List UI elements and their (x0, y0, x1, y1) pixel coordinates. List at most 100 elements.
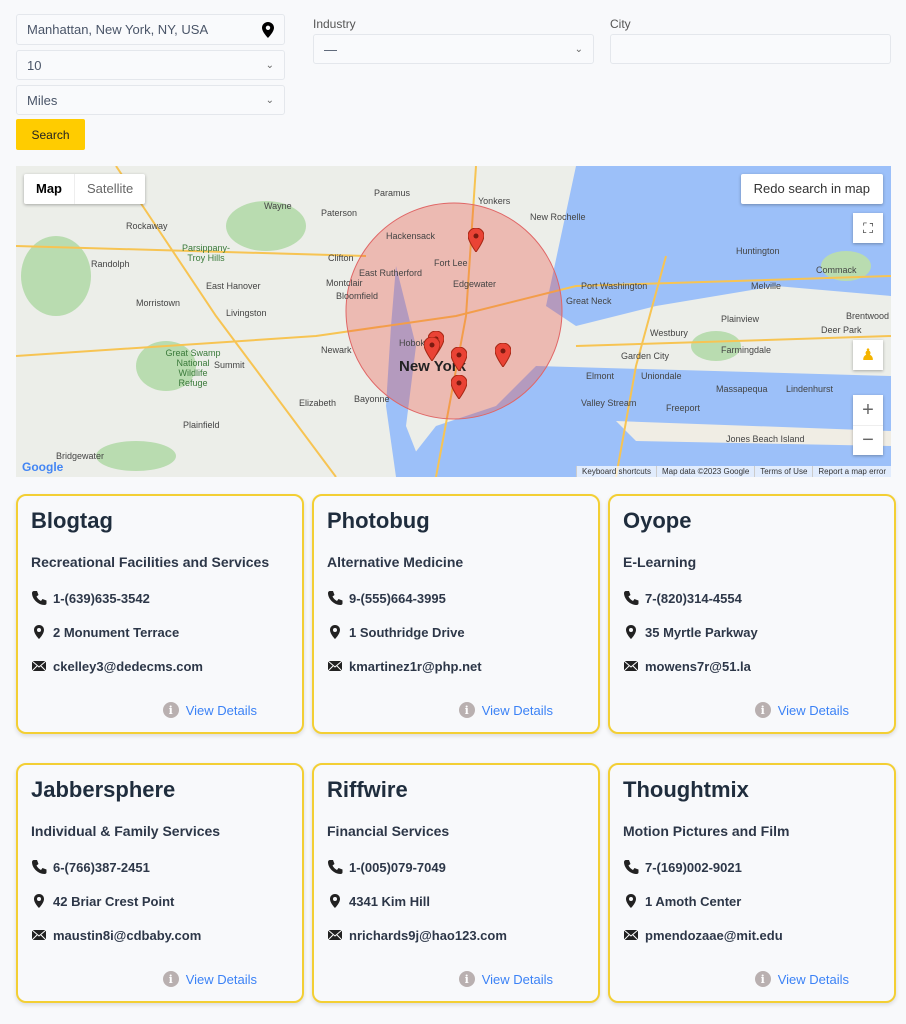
email-row: mowens7r@51.la (623, 658, 751, 674)
map-place-label: Paramus (374, 188, 411, 198)
map-place-label: Farmingdale (721, 345, 772, 355)
location-input[interactable]: Manhattan, New York, NY, USA (16, 14, 285, 45)
map-place-label: Great Neck (566, 296, 612, 306)
map-type-control: Map Satellite (24, 174, 146, 204)
map-marker-icon[interactable] (468, 228, 484, 252)
envelope-icon (31, 660, 47, 672)
chevron-down-icon: ⌄ (265, 59, 274, 71)
map-place-label: Montclair (326, 278, 363, 288)
map-place-label: Garden City (621, 351, 670, 361)
email: pmendozaae@mit.edu (645, 927, 783, 943)
email: maustin8i@cdbaby.com (53, 927, 202, 943)
map-marker-icon[interactable] (495, 343, 511, 367)
email: ckelley3@dedecms.com (53, 658, 203, 674)
address-row: 4341 Kim Hill (327, 893, 430, 909)
map-place-label: Port Washington (581, 281, 648, 291)
unit-value: Miles (27, 92, 58, 108)
view-details-link[interactable]: i View Details (458, 971, 553, 987)
address: 1 Amoth Center (645, 893, 742, 909)
email: mowens7r@51.la (645, 658, 751, 674)
view-details-link[interactable]: i View Details (162, 702, 257, 718)
business-industry: Alternative Medicine (327, 554, 464, 570)
map-background (16, 166, 891, 477)
map-place-label: Massapequa (716, 384, 768, 394)
info-icon: i (162, 971, 179, 987)
industry-value: — (324, 41, 337, 57)
map-place-label: East Hanover (206, 281, 261, 291)
radius-select[interactable]: 10 ⌄ (16, 50, 285, 80)
info-icon: i (458, 971, 475, 987)
address-row: 1 Amoth Center (623, 893, 741, 909)
terms-link[interactable]: Terms of Use (754, 466, 812, 477)
location-pin-icon (330, 894, 340, 908)
map-place-label: Clifton (328, 253, 354, 263)
fullscreen-button[interactable]: ⛶ (853, 213, 883, 243)
map-place-label: Paterson (321, 208, 358, 218)
map-attribution: Keyboard shortcuts Map data ©2023 Google… (576, 466, 891, 477)
address-row: 2 Monument Terrace (31, 624, 179, 640)
map-marker-icon[interactable] (451, 347, 467, 371)
envelope-icon (623, 929, 639, 941)
business-name: Photobug (327, 508, 430, 533)
business-name: Oyope (623, 508, 692, 533)
map-pin-icon[interactable] (262, 21, 274, 38)
map-marker-icon[interactable] (451, 375, 467, 399)
map-place-label: Deer Park (821, 325, 862, 335)
map[interactable]: Yonkers Paramus Hackensack New Rochelle Fort… (16, 166, 891, 477)
unit-select[interactable]: Miles ⌄ (16, 85, 285, 115)
redo-search-button[interactable]: Redo search in map (740, 174, 883, 204)
map-place-label: Elizabeth (299, 398, 337, 408)
view-details-link[interactable]: i View Details (754, 702, 849, 718)
business-industry: Individual & Family Services (31, 823, 221, 839)
report-error-link[interactable]: Report a map error (812, 466, 891, 477)
business-name: Jabbersphere (31, 777, 176, 802)
email-row: nrichards9j@hao123.com (327, 927, 507, 943)
zoom-control: + − (853, 395, 883, 455)
map-place-label: Bloomfield (336, 291, 379, 301)
email-row: kmartinez1r@php.net (327, 658, 482, 674)
view-details-label: View Details (777, 702, 849, 718)
business-industry: Financial Services (327, 823, 450, 839)
address: 35 Myrtle Parkway (645, 624, 758, 640)
info-icon: i (754, 702, 771, 718)
business-card: Blogtag Recreational Facilities and Serv… (16, 494, 304, 734)
search-button[interactable]: Search (16, 119, 85, 150)
address-row: 42 Briar Crest Point (31, 893, 174, 909)
map-place-label: Uniondale (641, 371, 682, 381)
map-place-label: Huntington (736, 246, 780, 256)
map-place-label: Bayonne (354, 394, 390, 404)
map-marker-icon[interactable] (424, 337, 440, 361)
address: 4341 Kim Hill (349, 893, 430, 909)
phone-row: 6-(766)387-2451 (31, 859, 150, 875)
map-place-label: New Rochelle (530, 212, 586, 222)
address-row: 1 Southridge Drive (327, 624, 465, 640)
view-details-link[interactable]: i View Details (754, 971, 849, 987)
pegman-icon: ♟ (860, 347, 876, 364)
chevron-down-icon: ⌄ (265, 94, 274, 106)
phone-number: 1-(639)635-3542 (53, 590, 150, 606)
keyboard-shortcuts-link[interactable]: Keyboard shortcuts (576, 466, 656, 477)
business-industry: Recreational Facilities and Services (31, 554, 270, 570)
view-details-label: View Details (185, 702, 257, 718)
map-place-label: Morristown (136, 298, 181, 308)
map-type-satellite[interactable]: Satellite (74, 174, 145, 204)
business-card: Riffwire Financial Services 1-(005)079-7… (312, 763, 600, 1003)
street-view-pegman[interactable]: ♟ (853, 340, 883, 370)
business-name: Riffwire (327, 777, 408, 802)
map-place-label: Westbury (650, 328, 688, 338)
email-row: maustin8i@cdbaby.com (31, 927, 201, 943)
radius-value: 10 (27, 57, 42, 73)
view-details-link[interactable]: i View Details (458, 702, 553, 718)
map-place-label: Lindenhurst (786, 384, 834, 394)
business-card: Photobug Alternative Medicine 9-(555)664… (312, 494, 600, 734)
zoom-out-button[interactable]: − (853, 425, 883, 455)
industry-select[interactable]: — ⌄ (313, 34, 594, 64)
business-industry: Motion Pictures and Film (623, 823, 790, 839)
chevron-down-icon: ⌄ (574, 43, 583, 55)
view-details-link[interactable]: i View Details (162, 971, 257, 987)
map-place-label: Parsippany-Troy Hills (181, 243, 231, 263)
zoom-in-button[interactable]: + (853, 395, 883, 425)
map-type-map[interactable]: Map (24, 174, 74, 204)
city-input[interactable] (610, 34, 891, 64)
map-place-label: Edgewater (453, 279, 497, 289)
